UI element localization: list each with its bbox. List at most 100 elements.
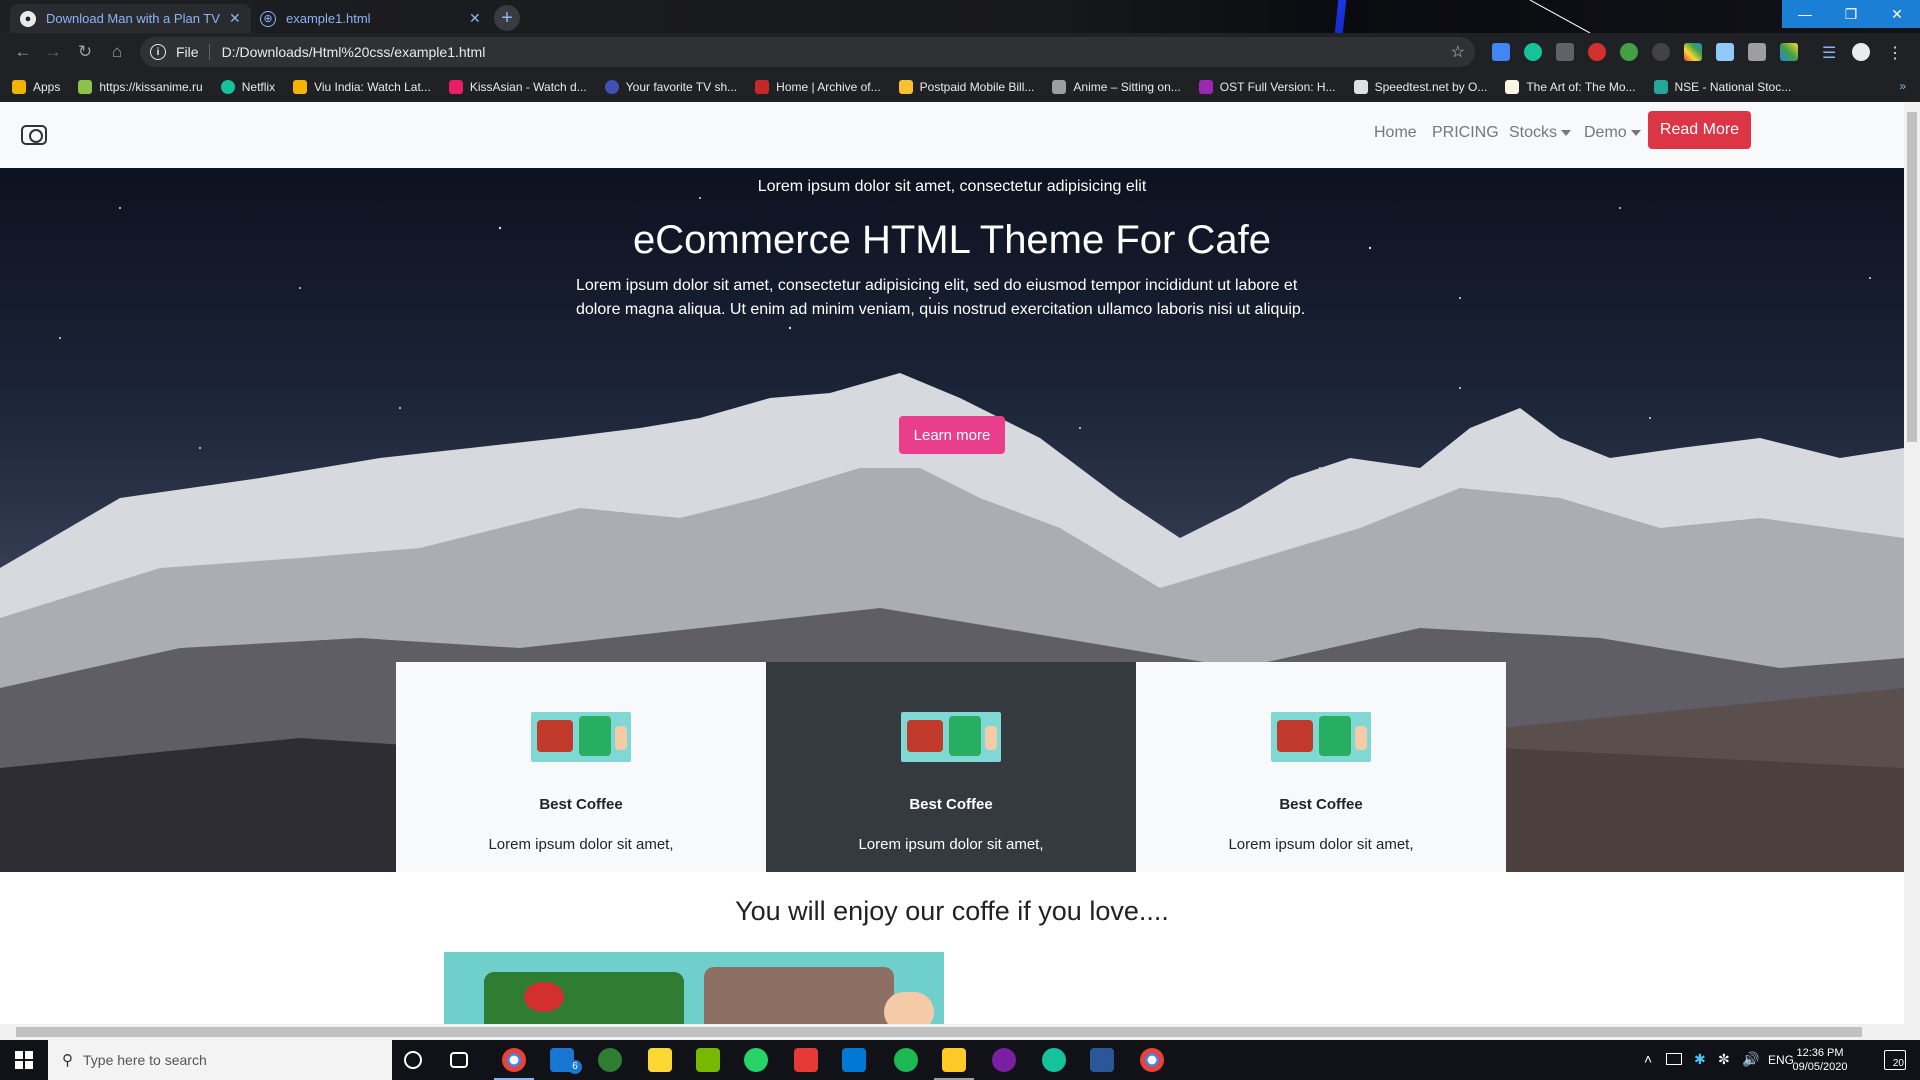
battery-icon[interactable] xyxy=(1666,1053,1682,1065)
tab-download-man-with-a-plan[interactable]: ● Download Man with a Plan TV Se ✕ xyxy=(10,4,251,33)
color-extension-icon[interactable] xyxy=(1684,43,1702,61)
mail-badge: 6 xyxy=(568,1060,582,1074)
show-hidden-icons-chevron-icon[interactable]: ˄ xyxy=(1644,1051,1652,1067)
learn-more-button[interactable]: Learn more xyxy=(899,416,1005,454)
scrollbar-thumb[interactable] xyxy=(16,1027,1862,1037)
card-title: Best Coffee xyxy=(1279,796,1363,813)
file-explorer-icon[interactable] xyxy=(942,1048,966,1072)
search-placeholder: Type here to search xyxy=(83,1052,207,1068)
pdf-extension-icon[interactable] xyxy=(1556,43,1574,61)
close-window-button[interactable]: ✕ xyxy=(1874,0,1920,28)
chrome-icon[interactable] xyxy=(1140,1048,1164,1072)
minimize-button[interactable]: — xyxy=(1782,0,1828,28)
info-icon[interactable]: i xyxy=(150,44,166,60)
bookmark-tv-shows[interactable]: Your favorite TV sh... xyxy=(604,79,737,94)
bookmark-star-icon[interactable]: ☆ xyxy=(1451,42,1465,62)
restore-button[interactable]: ❐ xyxy=(1828,0,1874,28)
bookmark-apps[interactable]: Apps xyxy=(12,79,61,94)
whatsapp-icon[interactable] xyxy=(744,1048,768,1072)
salad-bowls-image xyxy=(444,952,944,1024)
anydesk-icon[interactable] xyxy=(794,1048,818,1072)
caret-down-icon xyxy=(1561,129,1572,136)
bookmark-postpaid[interactable]: Postpaid Mobile Bill... xyxy=(898,79,1034,94)
new-tab-button[interactable]: + xyxy=(494,5,520,31)
notifications-button[interactable]: 20 xyxy=(1884,1050,1906,1070)
home-button[interactable]: ⌂ xyxy=(104,39,130,65)
bookmark-kissanime[interactable]: https://kissanime.ru xyxy=(78,79,203,94)
browser-titlebar: ● Download Man with a Plan TV Se ✕ ⊕ exa… xyxy=(0,0,1920,33)
chrome-icon[interactable] xyxy=(502,1048,526,1072)
podcast-icon[interactable] xyxy=(992,1048,1016,1072)
page-viewport: Home PRICING Stocks Demo Read More Lorem… xyxy=(0,102,1904,1024)
vertical-scrollbar[interactable] xyxy=(1904,102,1920,1024)
close-icon[interactable]: ✕ xyxy=(229,10,241,27)
reading-list-icon[interactable]: ☰ xyxy=(1822,43,1840,62)
extension-icon[interactable] xyxy=(1748,43,1766,61)
menu-icon[interactable]: ⋮ xyxy=(1886,43,1904,62)
clock[interactable]: 12:36 PM 09/05/2020 xyxy=(1780,1046,1860,1074)
volume-icon[interactable]: 🔊 xyxy=(1742,1051,1759,1068)
address-bar[interactable]: i File D:/Downloads/Html%20css/example1.… xyxy=(140,37,1475,67)
bookmark-viu[interactable]: Viu India: Watch Lat... xyxy=(293,79,431,94)
back-button[interactable]: ← xyxy=(10,39,36,65)
screenshot-extension-icon[interactable] xyxy=(1716,43,1734,61)
grammarly-extension-icon[interactable] xyxy=(1524,43,1542,61)
bluetooth-icon[interactable]: ✱ xyxy=(1694,1051,1706,1068)
profile-avatar[interactable] xyxy=(1852,43,1870,61)
translate-extension-icon[interactable] xyxy=(1492,43,1510,61)
bookmark-label: NSE - National Stoc... xyxy=(1674,79,1792,94)
refresh-extension-icon[interactable] xyxy=(1620,43,1638,61)
start-windows-icon[interactable] xyxy=(0,1040,48,1080)
site-navbar: Home PRICING Stocks Demo Read More xyxy=(0,102,1904,168)
tv-site-icon xyxy=(604,79,619,94)
spotify-icon[interactable] xyxy=(894,1048,918,1072)
extension-icon[interactable] xyxy=(1652,43,1670,61)
read-more-button[interactable]: Read More xyxy=(1648,111,1751,149)
close-icon[interactable]: ✕ xyxy=(469,10,481,27)
grammarly-icon[interactable] xyxy=(1042,1048,1066,1072)
caret-down-icon xyxy=(1630,129,1641,136)
bookmark-nse[interactable]: NSE - National Stoc... xyxy=(1653,79,1792,94)
bookmark-archive[interactable]: Home | Archive of... xyxy=(755,79,881,94)
reload-button[interactable]: ↻ xyxy=(72,39,98,65)
tab-example1[interactable]: ⊕ example1.html ✕ xyxy=(250,4,491,33)
wallpaper-decoration xyxy=(1327,0,1347,33)
postpaid-icon xyxy=(898,79,913,94)
cortana-icon[interactable] xyxy=(404,1051,422,1069)
tab-title: Download Man with a Plan TV Se xyxy=(46,11,221,26)
bookmark-label: https://kissanime.ru xyxy=(99,79,203,94)
nav-demo-dropdown[interactable]: Demo xyxy=(1584,124,1641,142)
extension-icon[interactable] xyxy=(1780,43,1798,61)
bookmark-anime[interactable]: Anime – Sitting on... xyxy=(1052,79,1181,94)
nav-stocks-dropdown[interactable]: Stocks xyxy=(1509,124,1572,142)
bookmark-label: Apps xyxy=(33,79,61,94)
nav-home[interactable]: Home xyxy=(1374,124,1417,142)
adblock-extension-icon[interactable] xyxy=(1588,43,1606,61)
store-icon[interactable] xyxy=(842,1048,866,1072)
taskbar-search[interactable]: ⚲ Type here to search xyxy=(48,1040,392,1080)
hero-title: eCommerce HTML Theme For Cafe xyxy=(633,218,1271,262)
bookmark-art-of[interactable]: The Art of: The Mo... xyxy=(1505,79,1636,94)
wifi-icon[interactable]: ✼ xyxy=(1718,1051,1730,1068)
more-bookmarks-chevron-icon[interactable]: » xyxy=(1899,79,1906,93)
wallpaper-line xyxy=(1530,0,1591,33)
bookmark-ost[interactable]: OST Full Version: H... xyxy=(1198,79,1336,94)
horizontal-scrollbar[interactable] xyxy=(0,1024,1920,1040)
bookmark-netflix[interactable]: Netflix xyxy=(220,79,276,94)
edge-icon[interactable] xyxy=(598,1048,622,1072)
card-text: Lorem ipsum dolor sit amet, xyxy=(858,836,1044,853)
forward-button[interactable]: → xyxy=(40,39,66,65)
scrollbar-thumb[interactable] xyxy=(1907,112,1917,442)
kissanime-icon xyxy=(78,79,93,94)
player-icon[interactable] xyxy=(648,1048,672,1072)
bookmark-kissasian[interactable]: KissAsian - Watch d... xyxy=(448,79,587,94)
task-view-icon[interactable] xyxy=(450,1052,468,1068)
brand-logo-camera-icon[interactable] xyxy=(18,120,50,150)
bookmark-label: Anime – Sitting on... xyxy=(1073,79,1181,94)
nvidia-icon[interactable] xyxy=(696,1048,720,1072)
bookmark-label: Netflix xyxy=(241,79,276,94)
url-text[interactable]: D:/Downloads/Html%20css/example1.html xyxy=(222,44,486,60)
nav-pricing[interactable]: PRICING xyxy=(1432,124,1499,142)
bookmark-speedtest[interactable]: Speedtest.net by O... xyxy=(1353,79,1487,94)
word-icon[interactable] xyxy=(1090,1048,1114,1072)
